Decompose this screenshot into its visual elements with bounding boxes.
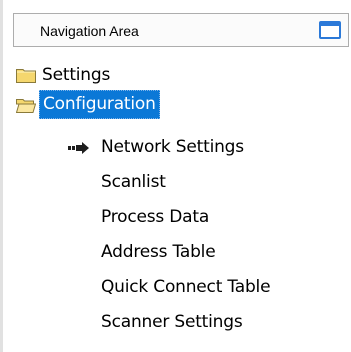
tree-item-label: Process Data bbox=[101, 207, 210, 227]
tree-item-label: Address Table bbox=[101, 242, 216, 262]
navigation-header: Navigation Area bbox=[13, 13, 349, 47]
tree-item-label: Configuration bbox=[39, 90, 160, 119]
tree-item-quick-connect-table[interactable]: Quick Connect Table bbox=[101, 273, 271, 301]
tree-item-label: Network Settings bbox=[101, 137, 244, 157]
tree-item-label: Settings bbox=[42, 65, 111, 85]
tree-item-scanlist[interactable]: Scanlist bbox=[101, 168, 166, 196]
folder-closed-icon bbox=[16, 69, 36, 83]
folder-open-icon bbox=[16, 99, 36, 113]
tree-item-label: Scanlist bbox=[101, 172, 166, 192]
navigation-title: Navigation Area bbox=[40, 23, 139, 39]
tree-item-scanner-settings[interactable]: Scanner Settings bbox=[101, 308, 243, 336]
tree-item-address-table[interactable]: Address Table bbox=[101, 238, 216, 266]
panel-left-border bbox=[0, 0, 3, 352]
tree-item-label: Scanner Settings bbox=[101, 312, 243, 332]
tree-item-label: Quick Connect Table bbox=[101, 277, 271, 297]
window-restore-icon[interactable] bbox=[319, 21, 341, 39]
navigation-panel: Navigation Area Settings Configuration N… bbox=[0, 0, 351, 352]
tree-item-process-data[interactable]: Process Data bbox=[101, 203, 209, 231]
arrow-right-icon bbox=[68, 142, 89, 154]
